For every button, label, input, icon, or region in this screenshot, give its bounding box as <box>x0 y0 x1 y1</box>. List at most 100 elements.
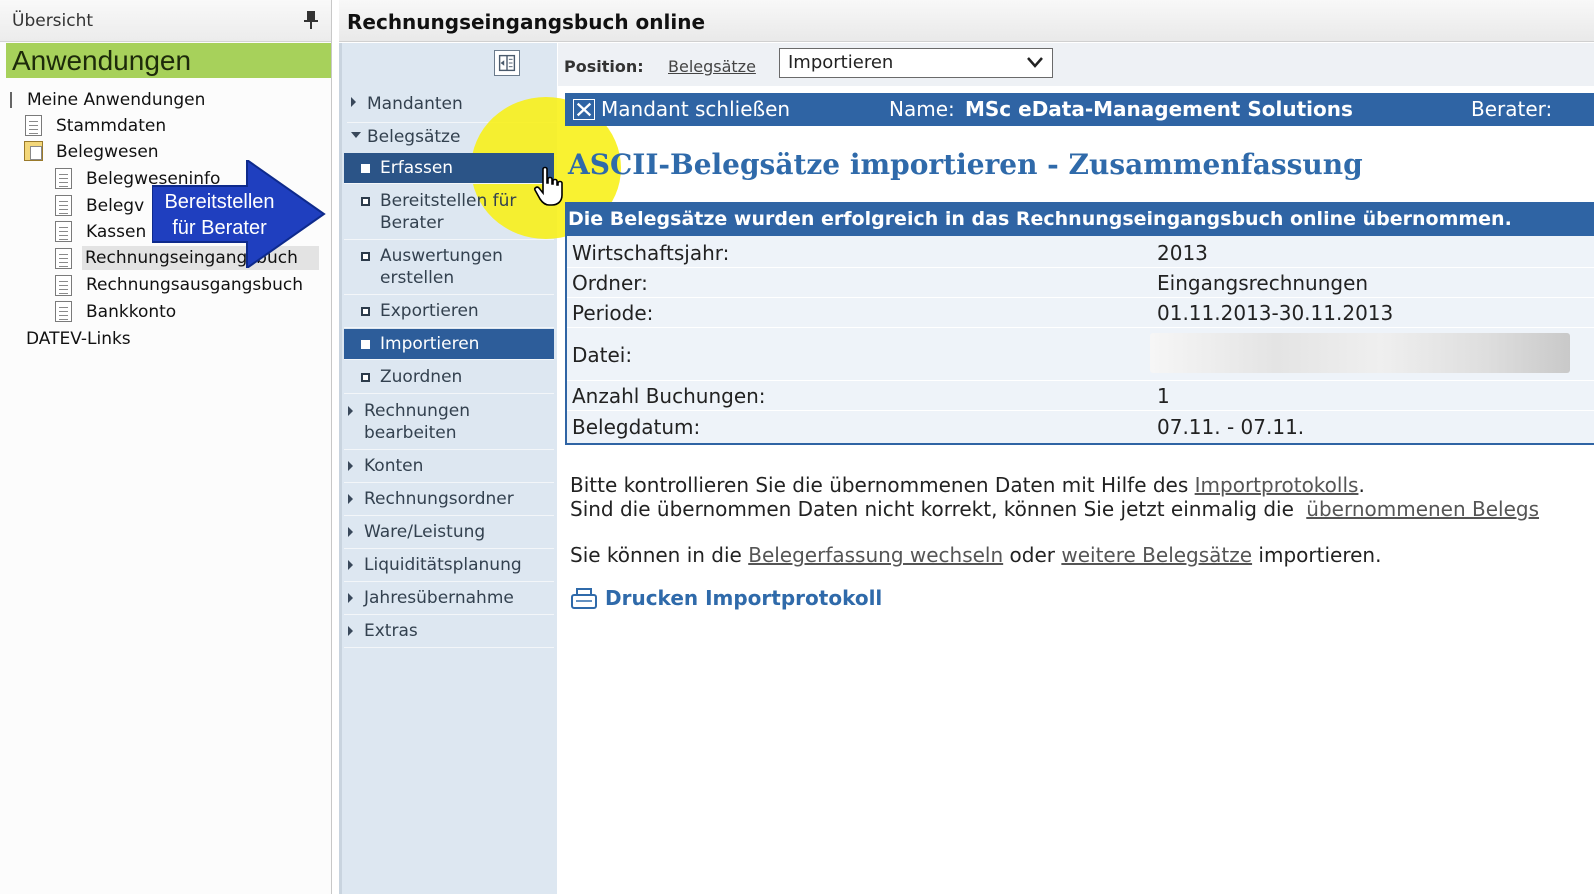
tree-label: Bankkonto <box>86 302 177 322</box>
nav-erfassen[interactable]: Erfassen <box>344 153 554 184</box>
paragraph-text: Sind die übernommen Daten nicht korrekt,… <box>570 497 1301 521</box>
nav-label: Rechnungsordner <box>364 489 514 509</box>
caret-right-icon <box>348 461 353 471</box>
printer-icon <box>571 588 597 609</box>
tree-bankkonto[interactable]: Bankkonto <box>83 300 179 324</box>
nav-label: bearbeiten <box>364 423 457 443</box>
import-summary: Die Belegsätze wurden erfolgreich in das… <box>565 202 1594 445</box>
caret-right-icon <box>348 593 353 603</box>
tree-rechnungsausgangsbuch[interactable]: Rechnungsausgangsbuch <box>83 273 306 297</box>
summary-row-ordner: Ordner: Eingangsrechnungen <box>567 269 1594 298</box>
summary-value: 1 <box>1157 384 1170 408</box>
nav-rechnungen-bearbeiten[interactable]: Rechnungen bearbeiten <box>344 396 554 450</box>
nav-label: Bereitstellen für <box>380 191 517 211</box>
nav-exportieren[interactable]: Exportieren <box>344 296 554 328</box>
nav-rechnungsordner[interactable]: Rechnungsordner <box>344 484 554 516</box>
bullet-icon <box>361 197 370 206</box>
document-icon <box>55 301 72 322</box>
uebernommenen-belege-link[interactable]: übernommenen Belegs <box>1306 497 1539 521</box>
tree-label: Meine Anwendungen <box>27 90 206 110</box>
weitere-belegsaetze-link[interactable]: weitere Belegsätze <box>1061 543 1252 567</box>
nav-bereitstellen[interactable]: Bereitstellen für Berater <box>344 186 554 240</box>
caret-right-icon <box>348 494 353 504</box>
tree-my-applications[interactable]: Meine Anwendungen <box>10 88 208 112</box>
collapse-panel-icon[interactable] <box>494 50 520 76</box>
nav-konten[interactable]: Konten <box>344 451 554 483</box>
mandant-close-button[interactable]: Mandant schließen <box>601 97 790 121</box>
summary-value: 01.11.2013-30.11.2013 <box>1157 301 1394 325</box>
tree-kassen[interactable]: Kassen <box>83 220 149 244</box>
position-select-value: Importieren <box>788 52 894 73</box>
caret-right-icon <box>348 406 353 416</box>
summary-label: Anzahl Buchungen: <box>572 384 766 408</box>
nav-label: Importieren <box>380 334 480 354</box>
caret-right-icon <box>351 97 356 107</box>
tree-belegwesen[interactable]: Belegwesen <box>53 140 162 164</box>
document-icon <box>55 195 72 216</box>
applications-title: Anwendungen <box>12 45 192 76</box>
document-icon <box>55 248 72 269</box>
nav-importieren[interactable]: Importieren <box>344 329 554 360</box>
summary-row-datei: Datei: <box>567 329 1594 381</box>
nav-label: Liquiditätsplanung <box>364 555 522 575</box>
paragraph-text: Sie können in die <box>570 543 749 567</box>
nav-zuordnen[interactable]: Zuordnen <box>344 362 554 394</box>
breadcrumb-belegsaetze-link[interactable]: Belegsätze <box>668 57 756 76</box>
summary-row-wirtschaftsjahr: Wirtschaftsjahr: 2013 <box>567 238 1594 268</box>
paragraph-switch: Sie können in die Belegerfassung wechsel… <box>570 543 1381 567</box>
belegerfassung-wechseln-link[interactable]: Belegerfassung wechseln <box>748 543 1003 567</box>
caret-right-icon <box>348 527 353 537</box>
nav-label: Zuordnen <box>380 367 463 387</box>
paragraph-text: . <box>1358 473 1365 497</box>
name-value: MSc eData-Management Solutions <box>965 97 1353 121</box>
mandant-bar: Mandant schließen Name: MSc eData-Manage… <box>565 93 1594 126</box>
nav-ware-leistung[interactable]: Ware/Leistung <box>344 517 554 549</box>
nav-auswertungen[interactable]: Auswertungen erstellen <box>344 241 554 295</box>
success-banner: Die Belegsätze wurden erfolgreich in das… <box>565 202 1594 236</box>
tree-datev-links[interactable]: DATEV-Links <box>23 327 134 351</box>
summary-row-anzahl: Anzahl Buchungen: 1 <box>567 382 1594 411</box>
pin-icon[interactable] <box>303 10 319 30</box>
page-title: ASCII-Belegsätze importieren - Zusammenf… <box>568 148 1363 181</box>
summary-label: Periode: <box>572 301 654 325</box>
folder-icon <box>24 141 43 161</box>
tree-label: Kassen <box>86 222 147 242</box>
close-icon[interactable] <box>573 99 595 120</box>
berater-label: Berater: <box>1471 97 1553 121</box>
nav-label: Rechnungen <box>364 401 470 421</box>
tree-belegv[interactable]: Belegv <box>83 194 147 218</box>
nav-extras[interactable]: Extras <box>344 616 554 648</box>
position-select[interactable]: Importieren <box>779 48 1053 78</box>
overview-title: Übersicht <box>12 11 94 31</box>
nav-liquiditaetsplanung[interactable]: Liquiditätsplanung <box>344 550 554 582</box>
chevron-down-icon <box>1027 57 1043 68</box>
position-bar: Position: Belegsätze Importieren <box>558 43 1594 86</box>
summary-value: Eingangsrechnungen <box>1157 271 1369 295</box>
name-label: Name: <box>889 97 955 121</box>
caret-right-icon <box>348 626 353 636</box>
paragraph-text: oder <box>1003 543 1062 567</box>
summary-label: Belegdatum: <box>572 415 701 439</box>
document-icon <box>55 221 72 242</box>
tree-label: Belegv <box>86 196 145 216</box>
nav-label: Exportieren <box>380 301 479 321</box>
nav-jahresuebernahme[interactable]: Jahresübernahme <box>344 583 554 615</box>
tree-label: DATEV-Links <box>26 329 131 349</box>
caret-right-icon <box>348 560 353 570</box>
nav-label: Extras <box>364 621 418 641</box>
document-icon <box>55 275 72 296</box>
nav-label: Erfassen <box>380 158 454 178</box>
callout-line-2: für Berater <box>172 217 267 239</box>
nav-label: Konten <box>364 456 424 476</box>
tree-stammdaten[interactable]: Stammdaten <box>53 114 169 138</box>
paragraph-text: Bitte kontrollieren Sie die übernommenen… <box>570 473 1195 497</box>
summary-label: Ordner: <box>572 271 648 295</box>
document-icon <box>25 115 42 136</box>
tree-line <box>10 92 12 108</box>
app-header: Rechnungseingangsbuch online <box>339 0 1594 42</box>
summary-label: Datei: <box>572 343 633 367</box>
nav-label: Berater <box>380 213 444 233</box>
document-icon <box>55 168 72 189</box>
position-label: Position: <box>564 57 644 76</box>
importprotokoll-link[interactable]: Importprotokolls <box>1195 473 1359 497</box>
